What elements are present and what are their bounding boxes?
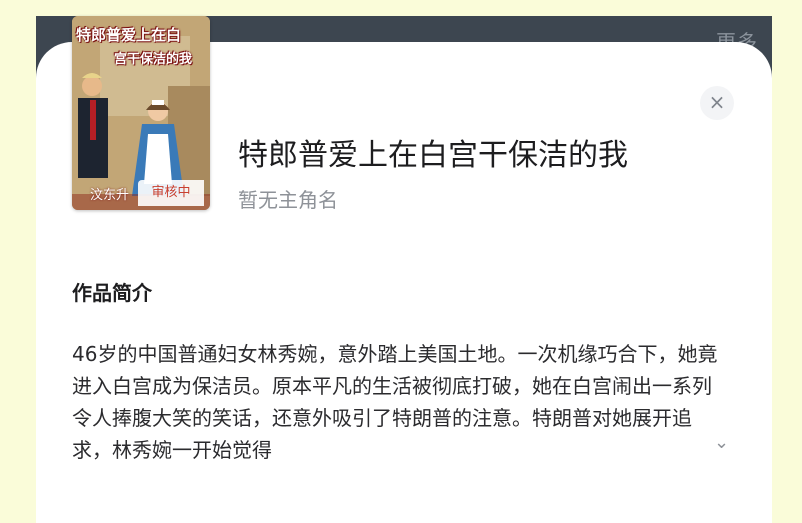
close-icon: ×: [708, 90, 726, 114]
chevron-down-icon[interactable]: ⌄: [714, 432, 734, 453]
protagonist-name: 暂无主角名: [238, 188, 338, 212]
synopsis-text: 46岁的中国普通妇女林秀婉，意外踏上美国土地。一次机缘巧合下，她竟进入白宫成为保…: [72, 342, 718, 462]
book-title: 特郎普爱上在白宫干保洁的我: [238, 138, 628, 173]
close-button[interactable]: ×: [700, 86, 734, 120]
cover-title-line2: 宫干保洁的我: [114, 52, 193, 67]
review-status-badge: 审核中: [138, 180, 204, 206]
cover-author: 汶东升: [90, 188, 130, 203]
cover-title-line1: 特郎普爱上在白: [76, 26, 182, 44]
synopsis-heading: 作品简介: [72, 281, 152, 305]
